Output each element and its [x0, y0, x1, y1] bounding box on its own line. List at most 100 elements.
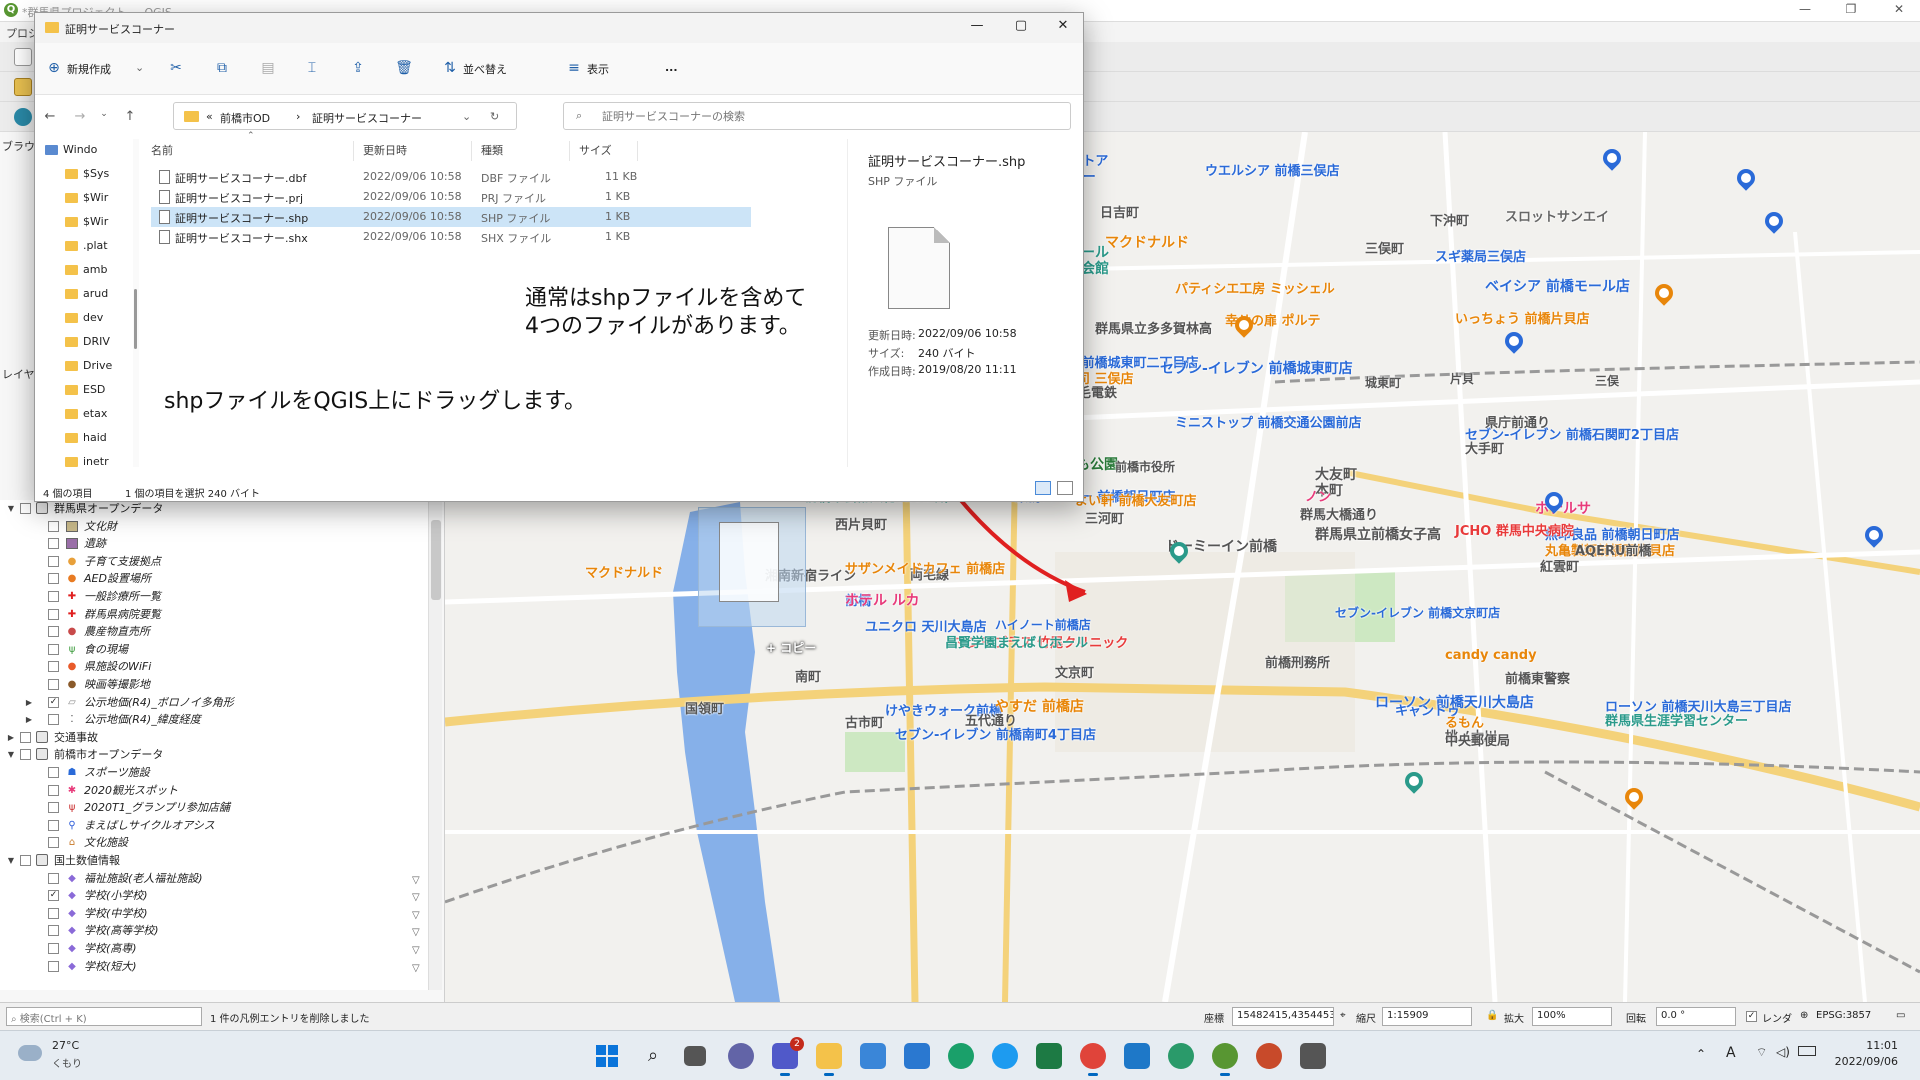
teams-chat-icon[interactable]: [728, 1043, 754, 1069]
teams-icon[interactable]: 2: [772, 1037, 804, 1076]
layer-visibility-checkbox[interactable]: [20, 503, 31, 514]
expand-icon[interactable]: ▶: [6, 729, 16, 746]
crs-globe-icon[interactable]: ⊕: [1800, 1010, 1808, 1021]
new-plus-icon[interactable]: ⊕: [45, 59, 63, 77]
layer-visibility-checkbox[interactable]: [48, 591, 59, 602]
snipping-tool-icon[interactable]: [1300, 1043, 1326, 1069]
column-header-size[interactable]: サイズ: [579, 142, 612, 158]
file-row[interactable]: 証明サービスコーナー.shx 2022/09/06 10:58 SHX ファイル 1 …: [151, 227, 751, 247]
minimize-button[interactable]: —: [1790, 2, 1820, 20]
file-row[interactable]: 証明サービスコーナー.prj 2022/09/06 10:58 PRJ ファイル 1 …: [151, 187, 751, 207]
cut-icon[interactable]: ✂: [167, 59, 185, 77]
filter-icon[interactable]: ▽: [412, 942, 424, 956]
layer-item[interactable]: ▶ ✓ ▱ 公示地価(R4)_ボロノイ多角形: [0, 694, 428, 711]
weather-cloud-icon[interactable]: [18, 1045, 42, 1061]
view-button[interactable]: 表示: [587, 61, 609, 77]
nav-item[interactable]: inetr: [65, 451, 133, 467]
layer-visibility-checkbox[interactable]: [48, 555, 59, 567]
clock-time[interactable]: 11:01: [1838, 1039, 1898, 1052]
filter-icon[interactable]: ▽: [412, 924, 424, 938]
view-icon[interactable]: ≡: [565, 59, 583, 77]
scale-lock-icon[interactable]: ⌖: [1340, 1010, 1346, 1021]
filter-icon[interactable]: ▽: [412, 907, 424, 921]
rename-icon[interactable]: ⌶: [303, 59, 321, 77]
nav-item[interactable]: Windo: [45, 139, 115, 163]
nav-item[interactable]: $Sys: [65, 163, 133, 187]
tiles-view-icon[interactable]: [1057, 481, 1073, 495]
explorer-close-button[interactable]: ✕: [1043, 18, 1083, 38]
crs-label[interactable]: EPSG:3857: [1816, 1010, 1871, 1021]
nav-item[interactable]: DRIV: [65, 331, 133, 355]
start-button[interactable]: [594, 1043, 620, 1069]
layer-group[interactable]: ▼ 前橋市オープンデータ: [0, 746, 428, 763]
layer-item[interactable]: ◆ 学校(短大) ▽: [0, 958, 428, 975]
layer-item[interactable]: ● AED設置場所: [0, 570, 428, 587]
sort-button[interactable]: 並べ替え: [463, 61, 507, 77]
search-taskbar-icon[interactable]: ⌕: [640, 1043, 666, 1069]
layer-item[interactable]: ● 農産物直売所: [0, 623, 428, 640]
layer-visibility-checkbox[interactable]: [20, 855, 31, 866]
layer-item[interactable]: ✚ 群馬県病院要覧: [0, 606, 428, 623]
lock-icon[interactable]: 🔒: [1486, 1010, 1498, 1021]
layer-item[interactable]: 文化財: [0, 518, 428, 535]
collapse-icon[interactable]: ▼: [6, 852, 16, 869]
layer-visibility-checkbox[interactable]: [48, 573, 59, 585]
restore-button[interactable]: ❐: [1836, 2, 1866, 20]
layer-item[interactable]: ψ 食の現場: [0, 641, 428, 658]
weather-temp[interactable]: 27°C: [52, 1039, 79, 1052]
tray-chevron-icon[interactable]: ⌃: [1696, 1047, 1706, 1061]
address-bar[interactable]: « 前橋市OD › 証明サービスコーナー ⌄ ↻: [173, 102, 517, 130]
forward-arrow-icon[interactable]: →: [71, 109, 89, 124]
mail-icon[interactable]: [904, 1043, 930, 1069]
edge-icon[interactable]: [948, 1043, 974, 1069]
layer-item[interactable]: ◆ 学校(中学校) ▽: [0, 905, 428, 922]
layer-visibility-checkbox[interactable]: [48, 608, 59, 620]
file-explorer-taskbar-icon[interactable]: [816, 1043, 842, 1076]
paste-icon[interactable]: ▤: [259, 59, 277, 77]
task-view-icon[interactable]: [684, 1046, 706, 1066]
ime-indicator[interactable]: A: [1726, 1045, 1736, 1061]
explorer-title-bar[interactable]: 証明サービスコーナー — ▢ ✕: [35, 13, 1083, 43]
layer-item[interactable]: ψ 2020T1_グランプリ参加店舗: [0, 799, 428, 816]
layer-item[interactable]: ✚ 一般診療所一覧: [0, 588, 428, 605]
layer-item[interactable]: ⌂ 文化施設: [0, 834, 428, 851]
expand-icon[interactable]: ▶: [24, 694, 34, 711]
store-icon[interactable]: [860, 1043, 886, 1069]
file-explorer-window[interactable]: 証明サービスコーナー — ▢ ✕ ⊕ 新規作成 ⌄ ✂ ⧉ ▤ ⌶ ⇪ 🗑 ⇅ …: [34, 12, 1084, 502]
up-arrow-icon[interactable]: ↑: [121, 109, 139, 124]
nav-item[interactable]: etax: [65, 403, 133, 427]
sort-icon[interactable]: ⇅: [441, 59, 459, 77]
file-row[interactable]: 証明サービスコーナー.shp 2022/09/06 10:58 SHP ファイル 1 …: [151, 207, 751, 227]
breadcrumb-current[interactable]: 証明サービスコーナー: [312, 110, 422, 126]
layer-item[interactable]: ● 子育て支援拠点: [0, 553, 428, 570]
layer-item[interactable]: ✓ ◆ 学校(小学校) ▽: [0, 887, 428, 904]
explorer-minimize-button[interactable]: —: [957, 18, 997, 38]
layer-visibility-checkbox[interactable]: ✓: [48, 890, 59, 902]
layer-visibility-checkbox[interactable]: [48, 784, 59, 796]
layer-item[interactable]: ✱ 2020観光スポット: [0, 782, 428, 799]
layer-visibility-checkbox[interactable]: [48, 626, 59, 638]
layer-visibility-checkbox[interactable]: [48, 819, 59, 831]
powerpoint-icon[interactable]: [1256, 1043, 1282, 1069]
layer-item[interactable]: ◆ 福祉施設(老人福祉施設) ▽: [0, 870, 428, 887]
filter-icon[interactable]: ▽: [412, 889, 424, 903]
chrome-icon[interactable]: [1080, 1043, 1106, 1076]
layer-visibility-checkbox[interactable]: [20, 731, 31, 743]
column-header-name[interactable]: 名前: [151, 142, 173, 158]
layer-item[interactable]: ⚲ まえばしサイクルオアシス: [0, 817, 428, 834]
vscode-icon[interactable]: [1124, 1043, 1150, 1069]
explorer-maximize-button[interactable]: ▢: [1001, 18, 1041, 38]
filter-icon[interactable]: ▽: [412, 872, 424, 886]
nav-item[interactable]: arud: [65, 283, 133, 307]
nav-item[interactable]: $Wir: [65, 211, 133, 235]
battery-icon[interactable]: [1798, 1046, 1816, 1056]
navigation-scrollbar[interactable]: [133, 139, 139, 467]
search-input[interactable]: [602, 108, 1062, 124]
qgis-taskbar-icon[interactable]: [1212, 1043, 1238, 1076]
layer-item[interactable]: ● 県施設のWiFi: [0, 658, 428, 675]
layer-visibility-checkbox[interactable]: [48, 837, 59, 849]
layer-item[interactable]: ☗ スポーツ施設: [0, 764, 428, 781]
collapse-icon[interactable]: ▼: [6, 746, 16, 763]
details-view-icon[interactable]: [1035, 481, 1051, 495]
layer-visibility-checkbox[interactable]: [48, 943, 59, 954]
